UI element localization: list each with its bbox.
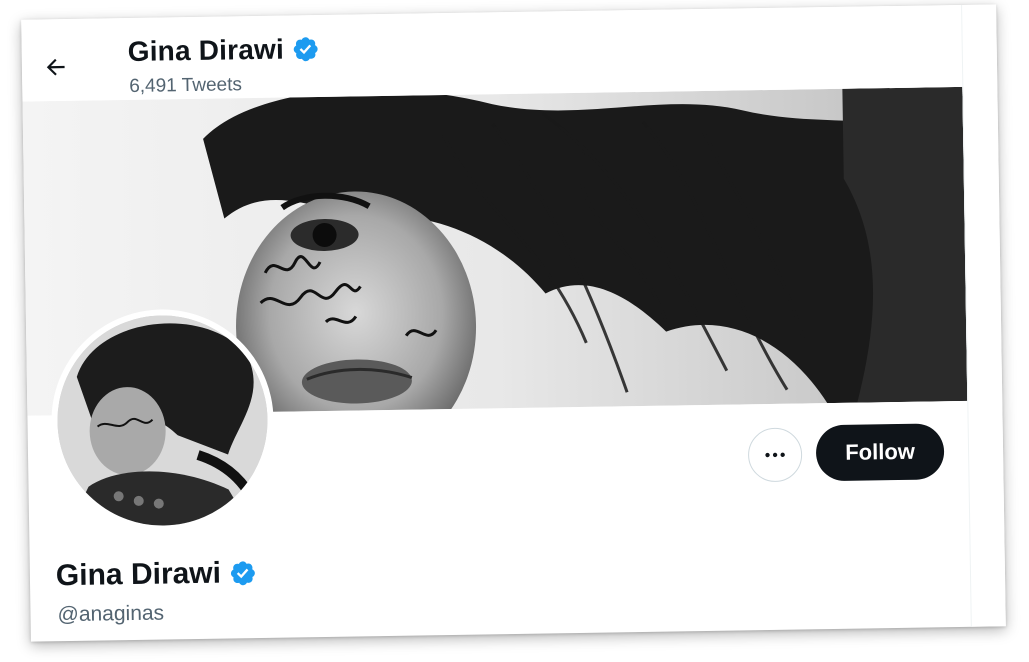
ellipsis-icon xyxy=(765,452,785,458)
avatar[interactable] xyxy=(55,313,270,528)
avatar-container[interactable] xyxy=(49,307,276,534)
profile-handle: @anaginas xyxy=(57,601,165,627)
verified-badge-icon xyxy=(230,561,255,586)
profile-header-bar: Gina Dirawi 6,491 Tweets xyxy=(21,4,963,102)
header-display-name: Gina Dirawi xyxy=(127,33,285,68)
side-gutter xyxy=(961,4,1006,627)
back-button[interactable] xyxy=(38,49,75,86)
profile-card: Gina Dirawi 6,491 Tweets Follow Gina Dir… xyxy=(21,4,1006,642)
header-tweet-count: 6,491 Tweets xyxy=(129,74,243,98)
header-name-row: Gina Dirawi xyxy=(127,33,320,68)
screenshot-stage: Gina Dirawi 6,491 Tweets Follow Gina Dir… xyxy=(0,0,1029,662)
follow-button[interactable]: Follow xyxy=(815,423,945,482)
profile-display-name: Gina Dirawi xyxy=(55,556,222,593)
verified-badge-icon xyxy=(293,37,318,62)
profile-name-row: Gina Dirawi xyxy=(56,556,258,593)
more-options-button[interactable] xyxy=(747,427,803,483)
avatar-photo xyxy=(55,313,270,528)
arrow-left-icon xyxy=(46,58,65,76)
